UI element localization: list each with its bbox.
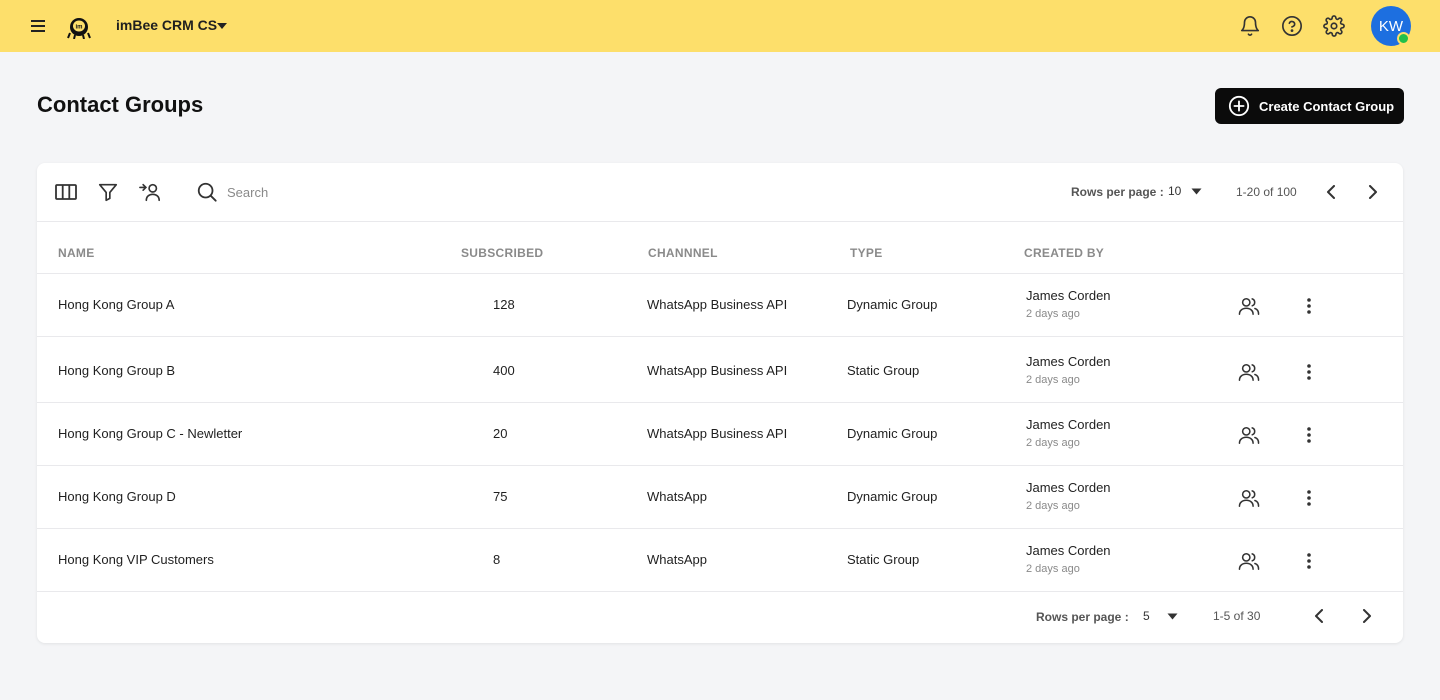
group-type: Static Group (847, 552, 920, 567)
footer-rows-per-page-label: Rows per page : (1036, 610, 1129, 624)
group-type: Static Group (847, 363, 920, 378)
caret-down-icon (1167, 607, 1178, 625)
columns-icon[interactable] (54, 180, 78, 204)
search-icon (195, 180, 219, 204)
created-time: 2 days ago (1026, 437, 1080, 449)
filter-icon[interactable] (96, 180, 120, 204)
channel: WhatsApp (647, 489, 707, 504)
members-icon[interactable] (1237, 549, 1261, 573)
column-header-name[interactable]: NAME (58, 246, 95, 260)
members-icon[interactable] (1237, 294, 1261, 318)
channel: WhatsApp (647, 552, 707, 567)
group-type: Dynamic Group (847, 426, 938, 441)
create-contact-group-button[interactable]: Create Contact Group (1215, 88, 1404, 124)
more-vertical-icon[interactable] (1297, 486, 1321, 510)
chevron-left-icon[interactable] (1309, 606, 1329, 626)
subscribed-count: 400 (493, 363, 515, 378)
menu-icon[interactable] (26, 14, 50, 38)
channel: WhatsApp Business API (647, 297, 788, 312)
chevron-right-icon[interactable] (1357, 606, 1377, 626)
create-button-label: Create Contact Group (1259, 98, 1395, 114)
creator-name: James Corden (1026, 354, 1111, 369)
rows-per-page-value: 10 (1168, 184, 1182, 198)
column-header-type[interactable]: TYPE (850, 246, 883, 260)
column-header-created-by[interactable]: CREATED BY (1024, 246, 1104, 260)
group-type: Dynamic Group (847, 489, 938, 504)
members-icon[interactable] (1237, 486, 1261, 510)
group-name[interactable]: Hong Kong Group D (58, 489, 176, 504)
column-header-channel[interactable]: CHANNNEL (648, 246, 718, 260)
search-input[interactable]: Search (227, 185, 268, 200)
group-type: Dynamic Group (847, 297, 938, 312)
created-time: 2 days ago (1026, 374, 1080, 386)
rows-per-page-label: Rows per page : (1071, 185, 1164, 199)
app-name[interactable]: imBee CRM CS (116, 17, 217, 33)
channel: WhatsApp Business API (647, 426, 788, 441)
subscribed-count: 75 (493, 489, 508, 504)
contact-groups-table-card: Search Rows per page : 10 1-20 of 100 NA… (37, 163, 1403, 643)
imbee-logo-icon[interactable]: im (66, 12, 92, 40)
toolbar-divider (37, 221, 1403, 222)
table-row[interactable]: Hong Kong Group D 75 WhatsApp Dynamic Gr… (37, 466, 1403, 529)
online-status-dot (1397, 32, 1410, 45)
table-row[interactable]: Hong Kong Group B 400 WhatsApp Business … (37, 337, 1403, 403)
creator-name: James Corden (1026, 417, 1111, 432)
top-bar: im imBee CRM CS KW (0, 0, 1440, 52)
created-by: James Corden 2 days ago (1026, 354, 1111, 386)
creator-name: James Corden (1026, 288, 1111, 303)
created-time: 2 days ago (1026, 563, 1080, 575)
more-vertical-icon[interactable] (1297, 549, 1321, 573)
subscribed-count: 20 (493, 426, 508, 441)
table-row[interactable]: Hong Kong VIP Customers 8 WhatsApp Stati… (37, 529, 1403, 592)
gear-icon[interactable] (1322, 14, 1346, 38)
footer-rows-per-page-select[interactable]: 5 (1143, 606, 1178, 626)
table-row[interactable]: Hong Kong Group C - Newletter 20 WhatsAp… (37, 403, 1403, 466)
creator-name: James Corden (1026, 480, 1111, 495)
group-name[interactable]: Hong Kong Group C - Newletter (58, 426, 242, 441)
table-row[interactable]: Hong Kong Group A 128 WhatsApp Business … (37, 274, 1403, 337)
chevron-right-icon[interactable] (1363, 182, 1383, 202)
caret-down-icon[interactable] (212, 16, 232, 36)
footer-rows-per-page-value: 5 (1143, 609, 1150, 623)
caret-down-icon (1191, 182, 1202, 200)
created-time: 2 days ago (1026, 500, 1080, 512)
footer-pagination-range: 1-5 of 30 (1213, 609, 1261, 623)
group-name[interactable]: Hong Kong Group B (58, 363, 175, 378)
more-vertical-icon[interactable] (1297, 294, 1321, 318)
creator-name: James Corden (1026, 543, 1111, 558)
add-user-icon[interactable] (138, 180, 162, 204)
plus-circle-icon (1228, 95, 1250, 117)
group-name[interactable]: Hong Kong Group A (58, 297, 174, 312)
created-time: 2 days ago (1026, 308, 1080, 320)
help-icon[interactable] (1280, 14, 1304, 38)
svg-text:im: im (75, 25, 82, 31)
subscribed-count: 8 (493, 552, 501, 567)
created-by: James Corden 2 days ago (1026, 543, 1111, 575)
page-title: Contact Groups (37, 92, 204, 117)
subscribed-count: 128 (493, 297, 515, 312)
pagination-range: 1-20 of 100 (1236, 185, 1297, 199)
created-by: James Corden 2 days ago (1026, 417, 1111, 449)
chevron-left-icon[interactable] (1321, 182, 1341, 202)
column-header-subscribed[interactable]: SUBSCRIBED (461, 246, 543, 260)
members-icon[interactable] (1237, 423, 1261, 447)
bell-icon[interactable] (1238, 14, 1262, 38)
rows-per-page-select[interactable]: 10 (1168, 181, 1202, 201)
created-by: James Corden 2 days ago (1026, 480, 1111, 512)
channel: WhatsApp Business API (647, 363, 788, 378)
more-vertical-icon[interactable] (1297, 423, 1321, 447)
more-vertical-icon[interactable] (1297, 360, 1321, 384)
created-by: James Corden 2 days ago (1026, 288, 1111, 320)
members-icon[interactable] (1237, 360, 1261, 384)
group-name[interactable]: Hong Kong VIP Customers (58, 552, 214, 567)
